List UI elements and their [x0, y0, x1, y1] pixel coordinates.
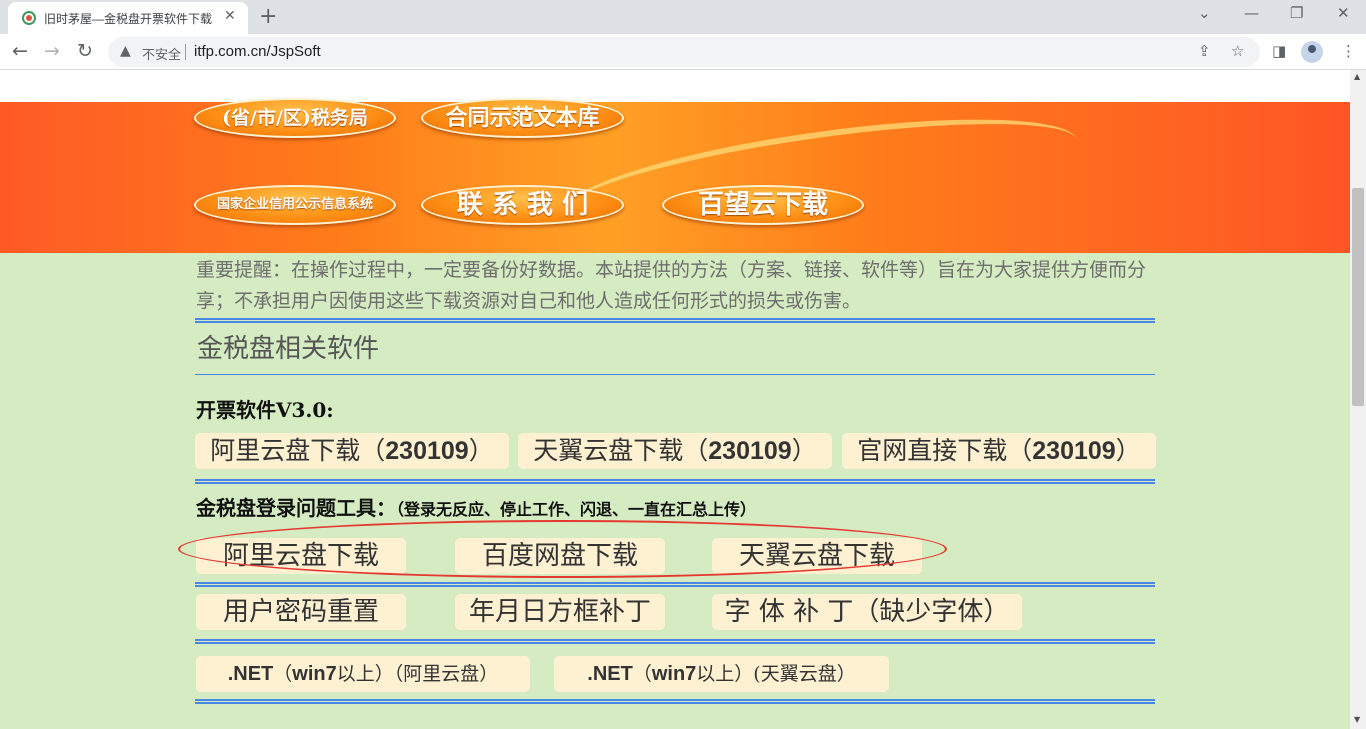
password-reset-link[interactable]: 用户密码重置: [196, 594, 406, 630]
minimize-icon[interactable]: —: [1244, 4, 1259, 22]
star-icon[interactable]: ☆: [1231, 42, 1244, 60]
scroll-up-icon[interactable]: ▲: [1354, 72, 1360, 81]
tab-strip: 旧时茅屋—金税盘开票软件下载 ✕ + ⌄ — ❐ ✕: [0, 0, 1366, 34]
divider: [195, 374, 1155, 375]
divider: [195, 479, 1155, 484]
vertical-scrollbar[interactable]: ▲ ▼: [1350, 70, 1366, 729]
divider: [195, 318, 1155, 323]
scrollbar-thumb[interactable]: [1352, 188, 1364, 406]
invoice-aliyun-download-link[interactable]: 阿里云盘下载（230109）: [195, 433, 509, 469]
baiwang-download-button[interactable]: 百望云下载: [662, 185, 864, 225]
font-patch-link[interactable]: 字 体 补 丁（缺少字体）: [712, 594, 1022, 630]
sidepanel-icon[interactable]: ◨: [1272, 42, 1286, 60]
dotnet-aliyun-link[interactable]: .NET（win7以上）（阿里云盘）: [196, 656, 530, 692]
address-bar[interactable]: ▲ 不安全 itfp.com.cn/JspSoft ⇪ ☆: [108, 37, 1260, 67]
login-tools-heading: 金税盘登录问题工具：（登录无反应、停止工作、闪退、一直在汇总上传）: [196, 496, 757, 520]
invoice-software-heading: 开票软件V3.0:: [196, 398, 334, 422]
date-box-patch-link[interactable]: 年月日方框补丁: [455, 594, 665, 630]
tax-bureau-button[interactable]: (省/市/区)税务局: [194, 98, 396, 138]
tab-close-icon[interactable]: ✕: [224, 8, 236, 24]
page-viewport: (省/市/区)税务局 合同示范文本库 国家企业信用公示信息系统 联 系 我 们 …: [0, 70, 1350, 729]
warning-icon[interactable]: ▲: [120, 43, 131, 59]
divider: [195, 699, 1155, 704]
scroll-down-icon[interactable]: ▼: [1354, 715, 1360, 724]
forward-icon[interactable]: →: [44, 40, 60, 62]
share-icon[interactable]: ⇪: [1198, 42, 1211, 60]
credit-system-button[interactable]: 国家企业信用公示信息系统: [194, 185, 396, 225]
close-window-icon[interactable]: ✕: [1337, 4, 1350, 22]
new-tab-button[interactable]: +: [259, 4, 277, 29]
browser-tab[interactable]: 旧时茅屋—金税盘开票软件下载 ✕: [8, 2, 248, 34]
divider: [185, 44, 186, 60]
favicon-icon: [22, 11, 36, 25]
url-text[interactable]: itfp.com.cn/JspSoft: [194, 43, 321, 60]
invoice-tianyi-download-link[interactable]: 天翼云盘下载（230109）: [518, 433, 832, 469]
site-banner: (省/市/区)税务局 合同示范文本库 国家企业信用公示信息系统 联 系 我 们 …: [0, 96, 1350, 258]
back-icon[interactable]: ←: [12, 40, 28, 62]
main-content: 重要提醒：在操作过程中，一定要备份好数据。本站提供的方法（方案、链接、软件等）旨…: [0, 253, 1350, 729]
dotnet-tianyi-link[interactable]: .NET（win7以上）(天翼云盘）: [554, 656, 889, 692]
insecure-label[interactable]: 不安全: [142, 44, 181, 63]
reload-icon[interactable]: ↻: [77, 40, 93, 62]
browser-toolbar: ← → ↻ ▲ 不安全 itfp.com.cn/JspSoft ⇪ ☆ ◨ ⋮: [0, 34, 1366, 70]
tab-search-icon[interactable]: ⌄: [1198, 4, 1211, 22]
tab-title: 旧时茅屋—金税盘开票软件下载: [44, 12, 213, 26]
menu-icon[interactable]: ⋮: [1341, 42, 1356, 60]
invoice-official-download-link[interactable]: 官网直接下载（230109）: [842, 433, 1156, 469]
restore-icon[interactable]: ❐: [1290, 4, 1303, 22]
divider: [195, 639, 1155, 644]
contact-us-button[interactable]: 联 系 我 们: [421, 185, 624, 225]
section-title: 金税盘相关软件: [197, 334, 380, 364]
banner-decoration: [556, 96, 1084, 258]
contract-library-button[interactable]: 合同示范文本库: [421, 98, 624, 138]
red-highlight-ellipse: [178, 520, 947, 578]
divider: [195, 582, 1155, 587]
important-notice: 重要提醒：在操作过程中，一定要备份好数据。本站提供的方法（方案、链接、软件等）旨…: [196, 259, 1147, 312]
profile-icon[interactable]: [1301, 41, 1323, 63]
